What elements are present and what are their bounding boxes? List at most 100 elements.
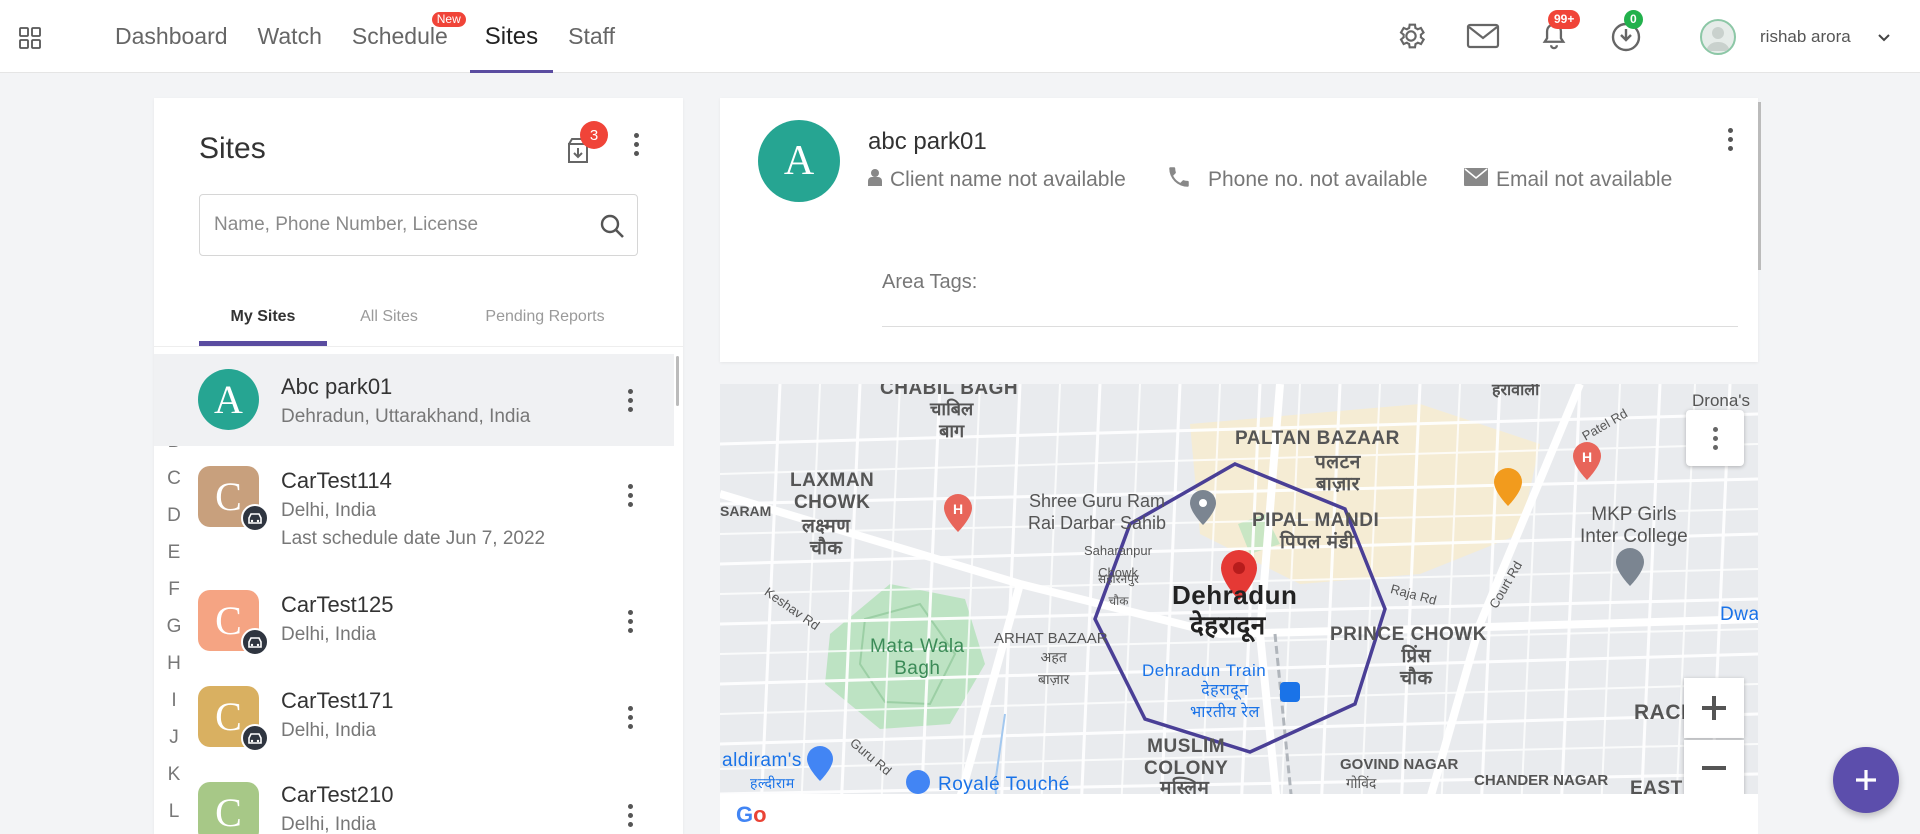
search-icon[interactable] (599, 213, 625, 239)
client-name: Client name not available (868, 168, 1126, 192)
map-label: PIPAL MANDI (1252, 510, 1380, 531)
mail-icon[interactable] (1465, 18, 1501, 54)
map-label: Dehradun Train (1142, 661, 1267, 680)
grid-icon[interactable] (18, 26, 42, 50)
svg-text:H: H (953, 501, 963, 517)
nav-staff-label: Staff (568, 23, 616, 49)
phone-icon (1166, 164, 1192, 196)
map-label: Dehradun (1172, 580, 1298, 610)
notifications-badge: 99+ (1548, 10, 1581, 29)
site-options-button[interactable] (618, 798, 642, 832)
user-name[interactable]: rishab arora (1760, 27, 1851, 47)
map-label: Royalé Touché (938, 774, 1070, 795)
site-location: Delhi, India (281, 500, 377, 521)
site-options-button[interactable] (618, 383, 642, 417)
nav-sites-label: Sites (484, 22, 539, 50)
map-footer (720, 794, 1758, 834)
tab-my-sites-label: My Sites (230, 308, 296, 325)
divider (154, 346, 683, 347)
map-label: CHANDER NAGAR (1474, 772, 1609, 789)
nav-sites[interactable]: Sites (469, 0, 554, 73)
site-initial: C (215, 694, 242, 739)
nav-schedule[interactable]: Schedule New (337, 0, 470, 73)
zoom-out-button[interactable] (1684, 740, 1744, 796)
map-label: MKP Girls Inter College (1580, 504, 1688, 547)
site-avatar: C (198, 782, 259, 834)
gear-icon[interactable] (1393, 18, 1429, 54)
nav-staff[interactable]: Staff (553, 0, 630, 73)
new-badge: New (431, 12, 466, 27)
site-avatar: A (198, 369, 259, 430)
area-tags-input[interactable] (882, 326, 1738, 327)
sites-panel: Sites 3 My Sites All Sites Pending Repor… (154, 98, 683, 834)
map-label: पिपल मंडी (1280, 532, 1355, 553)
last-schedule-date: Last schedule date Jun 7, 2022 (281, 528, 546, 549)
search-input[interactable] (214, 195, 594, 255)
client-name-text: Client name not available (890, 168, 1126, 191)
site-location: Delhi, India (281, 814, 377, 834)
site-options-button[interactable] (618, 604, 642, 638)
car-icon (241, 504, 269, 532)
map-options-button[interactable] (1686, 410, 1744, 466)
list-item[interactable]: A Abc park01 Dehradun, Uttarakhand, Indi… (154, 354, 674, 446)
nav-watch-label: Watch (257, 23, 322, 49)
site-map[interactable]: H H CHABIL BAGH चाबिल बाग PALTAN BAZAAR … (720, 384, 1758, 834)
site-options-button[interactable] (618, 478, 642, 512)
tab-all-sites[interactable]: All Sites (327, 288, 451, 346)
plus-icon (1702, 696, 1726, 720)
site-location: Delhi, India (281, 720, 377, 741)
list-item[interactable]: C CarTest125 Delhi, India (154, 570, 674, 666)
nav-watch[interactable]: Watch (243, 0, 337, 73)
site-name: CarTest171 (281, 688, 394, 713)
tray-badge: 3 (580, 121, 608, 149)
avatar[interactable] (1700, 19, 1736, 55)
map-label: Mata Wala Bagh (870, 636, 965, 679)
site-tabs: My Sites All Sites Pending Reports (199, 288, 639, 346)
phone-number: Phone no. not available (1166, 164, 1428, 196)
list-item[interactable]: C CarTest114 Delhi, India Last schedule … (154, 446, 674, 570)
list-item[interactable]: C CarTest210 Delhi, India (154, 762, 674, 834)
plus-icon (1856, 770, 1876, 790)
map-label: Dwar (1720, 604, 1758, 625)
tab-my-sites[interactable]: My Sites (199, 288, 327, 346)
card-scrollbar[interactable] (1758, 102, 1761, 270)
map-label: LAXMAN CHOWK (790, 470, 875, 513)
svg-text:H: H (1582, 449, 1592, 465)
nav-dashboard-label: Dashboard (115, 23, 228, 49)
chevron-down-icon[interactable] (1876, 29, 1892, 45)
site-name: CarTest125 (281, 592, 394, 617)
add-site-button[interactable] (1833, 747, 1899, 813)
site-name: CarTest210 (281, 782, 394, 807)
list-item[interactable]: C CarTest171 Delhi, India (154, 666, 674, 762)
site-location: Dehradun, Uttarakhand, India (281, 406, 531, 427)
map-label: प्रिंस चौक (1400, 646, 1433, 689)
map-label: PRINCE CHOWK (1330, 624, 1487, 645)
site-options-button[interactable] (618, 700, 642, 734)
list-scrollbar[interactable] (676, 356, 679, 406)
site-name: CarTest114 (281, 468, 392, 493)
more-options-button[interactable] (624, 126, 648, 162)
tab-all-sites-label: All Sites (360, 308, 418, 325)
site-detail-card: A abc park01 Client name not available P… (720, 98, 1761, 362)
tab-pending-reports[interactable]: Pending Reports (451, 288, 639, 346)
detail-options-button[interactable] (1718, 122, 1742, 156)
map-label: Drona's (1692, 391, 1751, 410)
site-initial: C (215, 474, 242, 519)
site-name: Abc park01 (281, 374, 393, 399)
site-initial: A (783, 138, 815, 184)
map-label: PALTAN BAZAAR (1235, 428, 1400, 449)
zoom-in-button[interactable] (1684, 678, 1744, 738)
phone-text: Phone no. not available (1208, 168, 1428, 191)
map-label: सहारनपुर चौक (1098, 572, 1139, 608)
car-icon (241, 628, 269, 656)
site-initial: A (214, 377, 243, 422)
map-label: हल्दीराम (750, 775, 795, 791)
map-label: पलटन बाज़ार (1315, 452, 1361, 495)
top-bar: Dashboard Watch Schedule New Sites Staff… (0, 0, 1920, 73)
map-label: लक्ष्मण चौक (802, 516, 851, 559)
page-title: Sites (199, 132, 266, 165)
map-label: चाबिल बाग (930, 399, 974, 441)
envelope-icon (1464, 168, 1488, 192)
area-tags-label: Area Tags: (882, 271, 978, 293)
nav-dashboard[interactable]: Dashboard (100, 0, 243, 73)
